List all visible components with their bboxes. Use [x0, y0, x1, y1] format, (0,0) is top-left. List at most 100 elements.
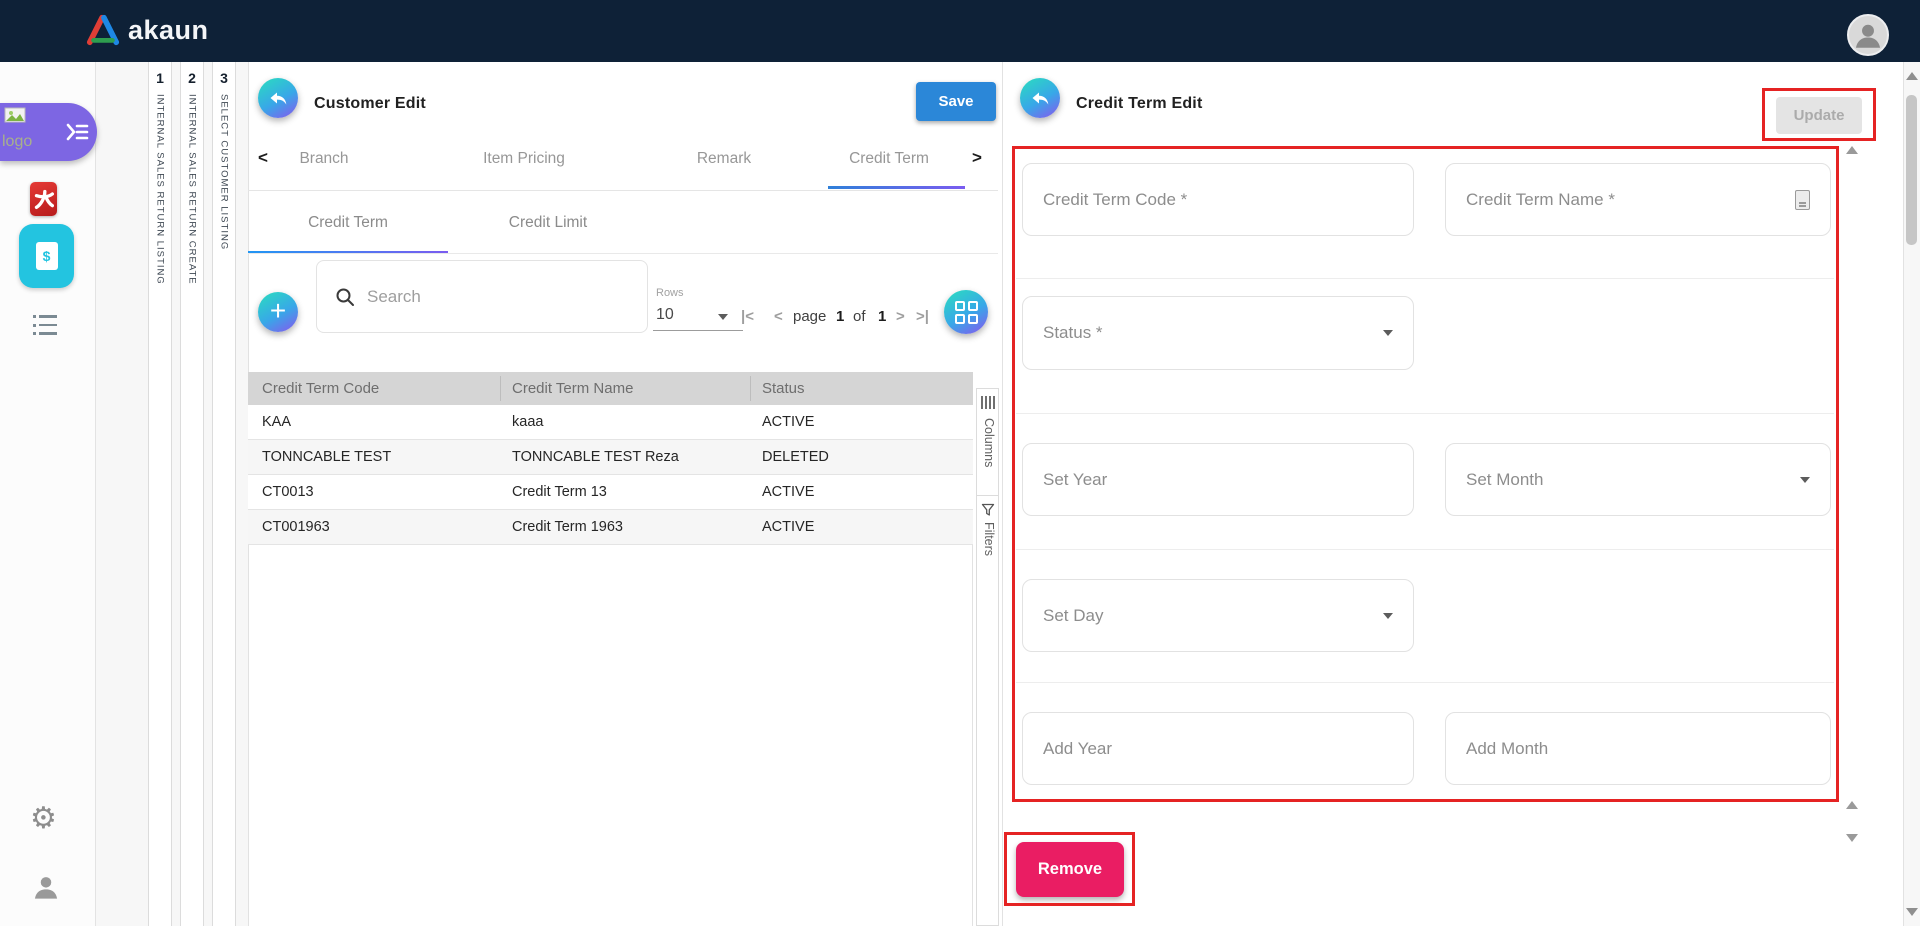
columns-grip-icon — [981, 396, 995, 409]
update-button[interactable]: Update — [1776, 97, 1862, 134]
cell-code: CT0013 — [262, 484, 314, 500]
field-label: Set Day — [1043, 606, 1103, 626]
sidebar-app-red-icon[interactable] — [30, 182, 57, 216]
credit-term-name-field[interactable]: Credit Term Name * — [1445, 163, 1831, 236]
remove-button[interactable]: Remove — [1016, 842, 1124, 897]
field-label: Set Month — [1466, 470, 1544, 490]
side-strip — [976, 578, 999, 926]
table-header: Credit Term Code Credit Term Name Status — [248, 372, 973, 405]
columns-label[interactable]: Columns — [982, 418, 996, 467]
scrollbar-thumb[interactable] — [1906, 95, 1917, 245]
add-year-field[interactable]: Add Year — [1022, 712, 1414, 785]
column-header[interactable]: Credit Term Code — [262, 380, 379, 397]
pagination-of-word: of — [853, 308, 866, 325]
panel-scroll-down-icon[interactable] — [1846, 834, 1858, 842]
save-button[interactable]: Save — [916, 82, 996, 121]
rows-caret-down-icon[interactable] — [718, 314, 728, 320]
set-month-select[interactable]: Set Month — [1445, 443, 1831, 516]
grid-view-button[interactable] — [944, 290, 988, 334]
pagination-prev-button[interactable]: < — [774, 308, 783, 325]
step-number: 1 — [149, 70, 171, 86]
caret-down-icon — [1383, 613, 1393, 619]
panel-scroll-up-icon[interactable] — [1846, 146, 1858, 154]
pagination-total-pages: 1 — [878, 308, 886, 325]
table-row[interactable]: KAA kaaa ACTIVE — [248, 405, 973, 440]
receipt-dollar-icon: $ — [36, 242, 58, 270]
filter-funnel-icon — [981, 503, 995, 517]
add-button[interactable]: + — [258, 292, 298, 332]
caret-down-icon — [1383, 330, 1393, 336]
brand-name: akaun — [128, 15, 209, 46]
sidebar-logo-pill[interactable]: logo — [0, 103, 97, 161]
back-button[interactable] — [258, 78, 298, 118]
cell-name: TONNCABLE TEST Reza — [512, 449, 679, 465]
sidebar-list-icon[interactable] — [33, 315, 59, 335]
step-number: 3 — [213, 70, 235, 86]
step-tab-3[interactable]: 3 SELECT CUSTOMER LISTING — [212, 62, 236, 926]
top-bar: akaun — [0, 0, 1920, 62]
pagination-first-button[interactable]: |< — [741, 308, 754, 325]
step-tab-1[interactable]: 1 INTERNAL SALES RETURN LISTING — [148, 62, 172, 926]
divider — [1016, 278, 1834, 279]
column-header[interactable]: Status — [762, 380, 805, 397]
add-month-field[interactable]: Add Month — [1445, 712, 1831, 785]
user-avatar[interactable] — [1847, 14, 1889, 56]
back-button-right-panel[interactable] — [1020, 78, 1060, 118]
divider — [500, 376, 501, 401]
tab-credit-term[interactable]: Credit Term — [804, 150, 974, 168]
tab-item-pricing[interactable]: Item Pricing — [424, 150, 624, 168]
pagination-next-button[interactable]: > — [896, 308, 905, 325]
credit-term-code-field[interactable]: Credit Term Code * — [1022, 163, 1414, 236]
collapse-menu-icon[interactable] — [65, 121, 89, 143]
cell-name: Credit Term 13 — [512, 484, 607, 500]
sidebar-receipt-app-icon[interactable]: $ — [19, 224, 74, 288]
set-day-select[interactable]: Set Day — [1022, 579, 1414, 652]
filters-label[interactable]: Filters — [982, 522, 996, 556]
person-icon — [1851, 18, 1885, 52]
pagination-last-button[interactable]: >| — [916, 308, 929, 325]
cell-code: KAA — [262, 414, 291, 430]
caret-down-icon — [1800, 477, 1810, 483]
step-label: INTERNAL SALES RETURN LISTING — [155, 94, 166, 285]
active-tab-underline — [828, 186, 965, 189]
step-tab-2[interactable]: 2 INTERNAL SALES RETURN CREATE — [180, 62, 204, 926]
field-label: Status * — [1043, 323, 1103, 343]
column-header[interactable]: Credit Term Name — [512, 380, 633, 397]
tab-remark[interactable]: Remark — [624, 150, 824, 168]
back-arrow-icon — [1028, 86, 1052, 110]
tab-branch[interactable]: Branch — [224, 150, 424, 168]
step-number: 2 — [181, 70, 203, 86]
translate-input-icon[interactable] — [1795, 190, 1810, 210]
table-row[interactable]: CT0013 Credit Term 13 ACTIVE — [248, 475, 973, 510]
field-label: Add Year — [1043, 739, 1112, 759]
step-label: INTERNAL SALES RETURN CREATE — [187, 94, 198, 285]
field-label: Credit Term Code * — [1043, 190, 1187, 210]
divider — [1002, 62, 1003, 926]
cell-code: CT001963 — [262, 519, 330, 535]
set-year-field[interactable]: Set Year — [1022, 443, 1414, 516]
cell-status: ACTIVE — [762, 519, 814, 535]
tabs-scroll-right-icon[interactable]: > — [972, 148, 982, 168]
search-input[interactable] — [365, 286, 609, 308]
cell-status: DELETED — [762, 449, 829, 465]
field-label: Credit Term Name * — [1466, 190, 1615, 210]
panel-scroll-up-icon[interactable] — [1846, 801, 1858, 809]
cell-status: ACTIVE — [762, 414, 814, 430]
table-row[interactable]: TONNCABLE TEST TONNCABLE TEST Reza DELET… — [248, 440, 973, 475]
table-row[interactable]: CT001963 Credit Term 1963 ACTIVE — [248, 510, 973, 545]
divider — [1016, 413, 1834, 414]
cell-code: TONNCABLE TEST — [262, 449, 391, 465]
right-panel-title: Credit Term Edit — [1076, 95, 1202, 113]
rows-per-page-select[interactable]: 10 — [656, 306, 674, 324]
broken-image-icon — [4, 107, 26, 125]
sidebar-profile-icon[interactable] — [32, 872, 60, 907]
subtab-credit-term[interactable]: Credit Term — [248, 214, 448, 232]
status-select[interactable]: Status * — [1022, 296, 1414, 370]
scrollbar-down-icon[interactable] — [1906, 908, 1918, 916]
logo-alt-text: logo — [2, 133, 32, 151]
brand-triangle-icon — [86, 14, 120, 46]
subtab-credit-limit[interactable]: Credit Limit — [448, 214, 648, 232]
settings-gear-icon[interactable]: ⚙ — [30, 804, 57, 834]
plus-icon: + — [270, 295, 286, 327]
scrollbar-up-icon[interactable] — [1906, 72, 1918, 80]
